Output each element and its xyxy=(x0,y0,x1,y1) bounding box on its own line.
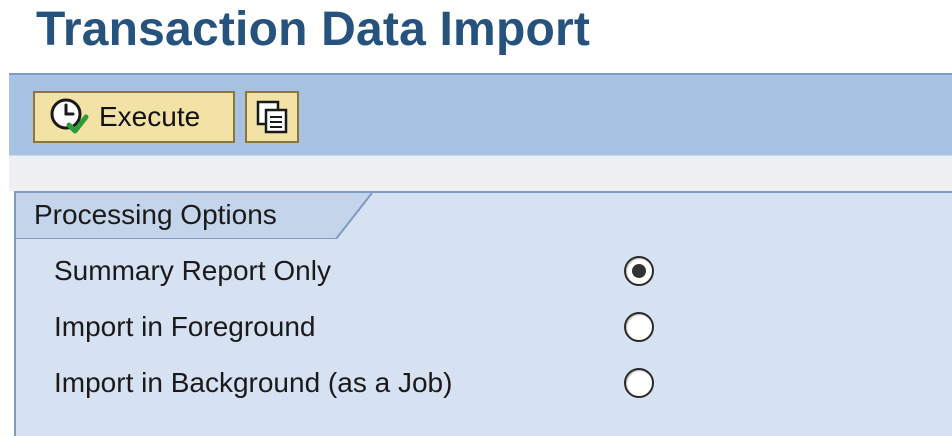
option-label: Import in Background (as a Job) xyxy=(54,367,453,398)
import-foreground-radio[interactable] xyxy=(624,312,654,342)
option-row-summary-report: Summary Report Only xyxy=(16,243,952,299)
group-title: Processing Options xyxy=(34,199,277,230)
page-title: Transaction Data Import xyxy=(36,3,591,56)
execute-button-label: Execute xyxy=(99,101,201,132)
option-label: Summary Report Only xyxy=(54,255,331,286)
application-toolbar: Execute xyxy=(9,73,952,155)
get-variant-button[interactable] xyxy=(245,91,299,143)
toolbar-separator xyxy=(9,155,952,191)
option-row-import-background: Import in Background (as a Job) xyxy=(16,355,952,411)
summary-report-radio[interactable] xyxy=(624,256,654,286)
execute-clock-check-icon xyxy=(49,97,89,137)
processing-options-group: Processing Options Summary Report Only I… xyxy=(14,191,952,436)
option-label: Import in Foreground xyxy=(54,311,316,342)
get-variant-icon xyxy=(256,100,288,134)
execute-button[interactable]: Execute xyxy=(33,91,235,143)
import-background-radio[interactable] xyxy=(624,368,654,398)
option-row-import-foreground: Import in Foreground xyxy=(16,299,952,355)
title-bar: Transaction Data Import xyxy=(0,0,952,73)
